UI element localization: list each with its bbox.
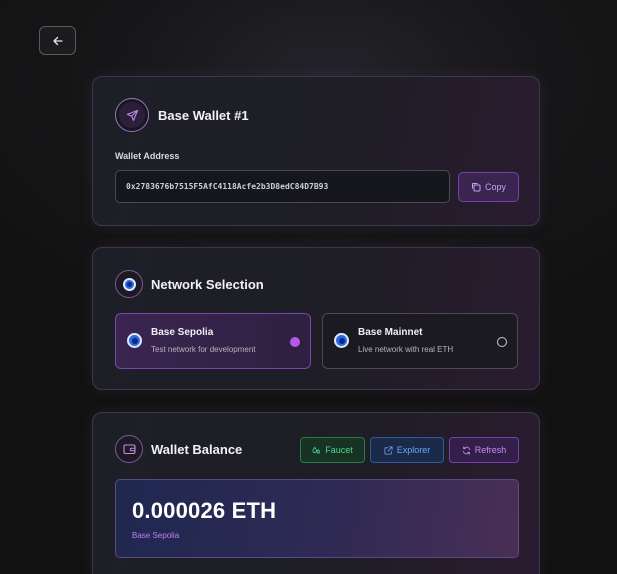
arrow-left-icon bbox=[52, 36, 63, 45]
explorer-button[interactable]: Explorer bbox=[370, 437, 444, 463]
balance-display: 0.000026 ETH Base Sepolia bbox=[115, 479, 519, 558]
wallet-card: Base Wallet #1 Wallet Address 0x2783676b… bbox=[92, 76, 540, 226]
send-icon bbox=[126, 109, 138, 121]
network-title: Network Selection bbox=[151, 276, 264, 292]
network-radio-icon bbox=[127, 333, 142, 348]
balance-header: Wallet Balance bbox=[115, 435, 242, 463]
copy-icon bbox=[471, 183, 481, 192]
wallet-address-label: Wallet Address bbox=[115, 151, 180, 161]
faucet-button[interactable]: Faucet bbox=[300, 437, 365, 463]
refresh-button[interactable]: Refresh bbox=[449, 437, 519, 463]
back-button[interactable] bbox=[39, 26, 76, 55]
network-radio-icon bbox=[334, 333, 349, 348]
external-link-icon bbox=[384, 445, 393, 455]
network-option-name: Base Sepolia bbox=[151, 327, 214, 338]
balance-network: Base Sepolia bbox=[132, 531, 180, 540]
network-header: Network Selection bbox=[115, 270, 264, 298]
wallet-icon bbox=[115, 435, 143, 463]
balance-amount: 0.000026 ETH bbox=[132, 498, 277, 523]
unselected-indicator bbox=[497, 337, 507, 347]
network-option-description: Test network for development bbox=[151, 345, 256, 354]
copy-button-label: Copy bbox=[484, 182, 506, 192]
selected-indicator bbox=[290, 337, 300, 347]
wallet-address-field[interactable]: 0x2783676b7515F5AfC4118Acfe2b3D8edC84D7B… bbox=[115, 170, 450, 203]
network-option-base-sepolia[interactable]: Base Sepolia Test network for developmen… bbox=[115, 313, 311, 369]
refresh-button-label: Refresh bbox=[474, 445, 507, 455]
wallet-avatar bbox=[115, 98, 149, 132]
balance-card: Wallet Balance Faucet Explorer Refresh 0… bbox=[92, 412, 540, 574]
radio-icon bbox=[115, 270, 143, 298]
wallet-name: Base Wallet #1 bbox=[158, 107, 249, 123]
droplets-icon bbox=[312, 446, 321, 454]
wallet-header: Base Wallet #1 bbox=[115, 98, 249, 132]
network-option-base-mainnet[interactable]: Base Mainnet Live network with real ETH bbox=[322, 313, 518, 369]
network-option-name: Base Mainnet bbox=[358, 327, 423, 338]
network-option-description: Live network with real ETH bbox=[358, 345, 454, 354]
wallet-address-value: 0x2783676b7515F5AfC4118Acfe2b3D8edC84D7B… bbox=[126, 182, 329, 191]
faucet-button-label: Faucet bbox=[325, 445, 353, 455]
explorer-button-label: Explorer bbox=[396, 445, 431, 455]
copy-button[interactable]: Copy bbox=[458, 172, 519, 202]
balance-title: Wallet Balance bbox=[151, 441, 243, 457]
network-card: Network Selection Base Sepolia Test netw… bbox=[92, 247, 540, 390]
refresh-icon bbox=[462, 445, 470, 455]
